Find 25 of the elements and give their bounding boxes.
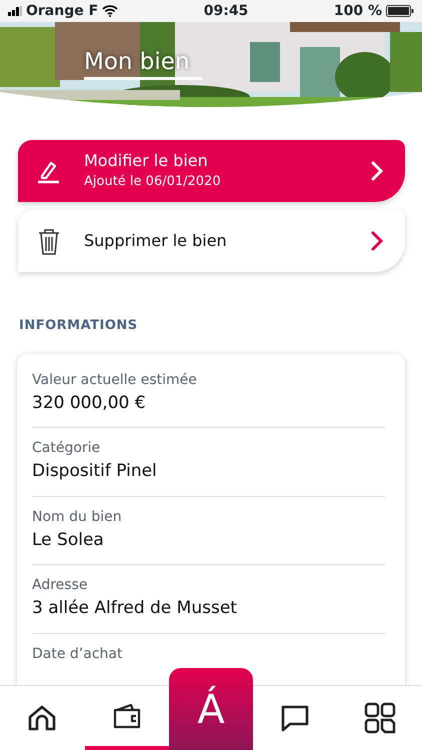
field-value: 3 allée Alfred de Musset: [32, 597, 238, 620]
home-icon: [27, 704, 58, 732]
wallet-icon: [112, 702, 142, 730]
field-label: Date d’achat: [32, 644, 124, 664]
battery-level: 100 %: [334, 2, 382, 20]
carrier-name: Orange F: [26, 2, 98, 20]
field-label: Valeur actuelle estimée: [32, 370, 198, 390]
chevron-icon: [371, 161, 383, 181]
grid-icon: [364, 702, 396, 734]
logo-tab[interactable]: Á: [169, 668, 253, 750]
field-value: Dispositif Pinel: [32, 460, 158, 483]
edit-button[interactable]: Modifier le bien Ajouté le 06/01/2020: [18, 140, 405, 202]
signal-icon: [8, 6, 22, 16]
section-heading: INFORMATIONS: [19, 317, 139, 335]
battery-icon: [386, 5, 414, 17]
field-label: Adresse: [32, 576, 88, 595]
delete-button[interactable]: Supprimer le bien: [18, 210, 405, 272]
chat-icon: [280, 704, 310, 732]
field-value: Le Solea: [32, 528, 105, 552]
chevron-icon: [371, 231, 383, 251]
wifi-icon: [102, 5, 118, 17]
field-label: Catégorie: [32, 439, 102, 458]
status-time: 09:45: [204, 2, 248, 20]
field-value: 320 000,00 €: [32, 392, 147, 414]
field-label: Nom du bien: [32, 508, 123, 526]
